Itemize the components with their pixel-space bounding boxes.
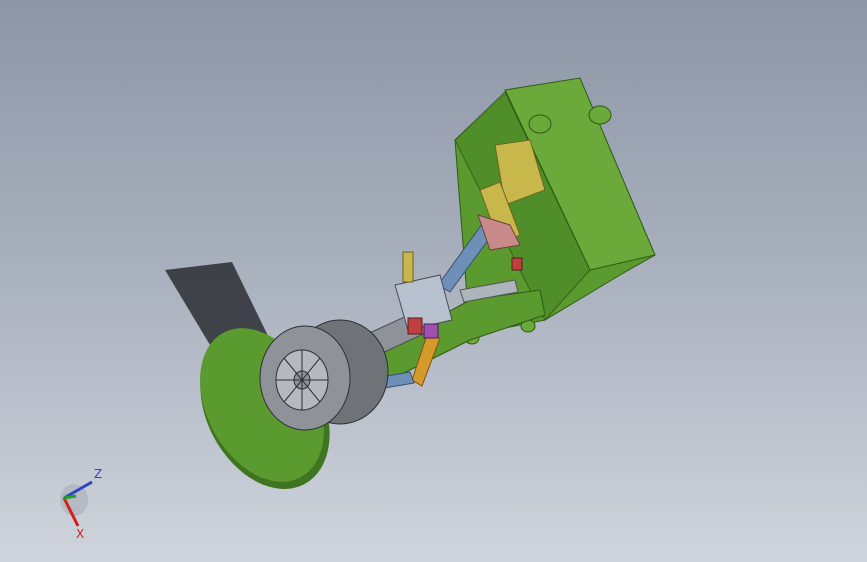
boss-2 [588, 105, 612, 125]
model-scene[interactable] [0, 0, 867, 562]
wheel[interactable] [259, 319, 389, 431]
z-axis-label: Z [94, 467, 102, 481]
y-axis-line [63, 494, 77, 500]
yellow-pin [402, 251, 414, 283]
orientation-triad[interactable]: Z X [52, 462, 112, 542]
x-axis-label: X [76, 527, 84, 541]
boss-1 [528, 114, 552, 134]
cad-viewport[interactable]: Z X [0, 0, 867, 562]
